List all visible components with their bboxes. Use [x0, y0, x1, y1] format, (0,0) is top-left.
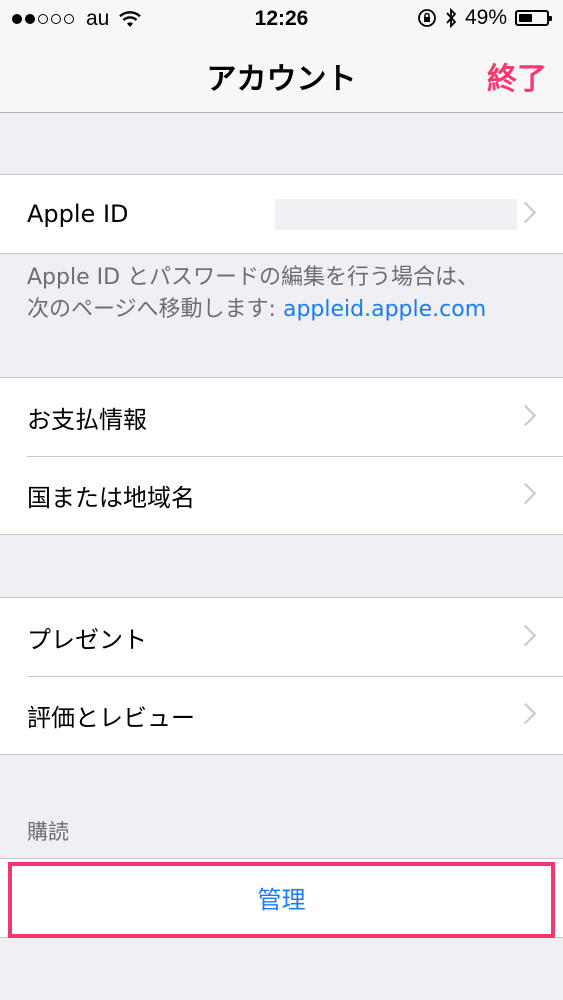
chevron-right-icon	[514, 482, 537, 505]
apple-id-row[interactable]: Apple ID	[0, 175, 563, 253]
apple-id-note-line2: 次のページへ移動します: appleid.apple.com	[27, 294, 547, 326]
chevron-right-icon	[514, 404, 537, 427]
bluetooth-icon	[446, 8, 457, 28]
country-region-row[interactable]: 国または地域名	[0, 456, 563, 534]
apple-id-label: Apple ID	[27, 200, 129, 228]
subscriptions-header: 購読	[27, 820, 69, 844]
manage-subscriptions-button[interactable]: 管理	[0, 880, 563, 915]
gift-review-group: プレゼント 評価とレビュー	[0, 597, 563, 755]
orientation-lock-icon	[418, 9, 436, 27]
payment-group: お支払情報 国または地域名	[0, 377, 563, 535]
gift-label: プレゼント	[27, 625, 147, 654]
appleid-link[interactable]: appleid.apple.com	[283, 297, 486, 322]
battery-fill	[519, 14, 532, 22]
apple-id-group: Apple ID	[0, 174, 563, 254]
chevron-right-icon	[514, 624, 537, 647]
apple-id-note-line1: Apple ID とパスワードの編集を行う場合は、	[27, 265, 480, 290]
chevron-right-icon	[514, 702, 537, 725]
apple-id-value-redacted	[275, 199, 517, 230]
page-title: アカウント	[206, 62, 357, 97]
gift-row[interactable]: プレゼント	[0, 598, 563, 676]
battery-percent: 49%	[464, 6, 507, 29]
country-region-label: 国または地域名	[27, 483, 195, 512]
apple-id-footer-note: Apple ID とパスワードの編集を行う場合は、 次のページへ移動します: a…	[27, 262, 547, 326]
ratings-reviews-row[interactable]: 評価とレビュー	[0, 676, 563, 754]
navigation-bar: アカウント 終了	[0, 38, 563, 113]
apple-id-note-prefix: 次のページへ移動します:	[27, 297, 283, 322]
chevron-right-icon	[514, 201, 537, 224]
payment-info-label: お支払情報	[27, 405, 147, 434]
done-button[interactable]: 終了	[487, 54, 547, 98]
status-bar: au 12:26 49%	[0, 0, 563, 38]
status-right: 49%	[417, 6, 552, 30]
ratings-reviews-label: 評価とレビュー	[27, 703, 195, 732]
payment-info-row[interactable]: お支払情報	[0, 378, 563, 456]
battery-icon	[515, 10, 552, 26]
